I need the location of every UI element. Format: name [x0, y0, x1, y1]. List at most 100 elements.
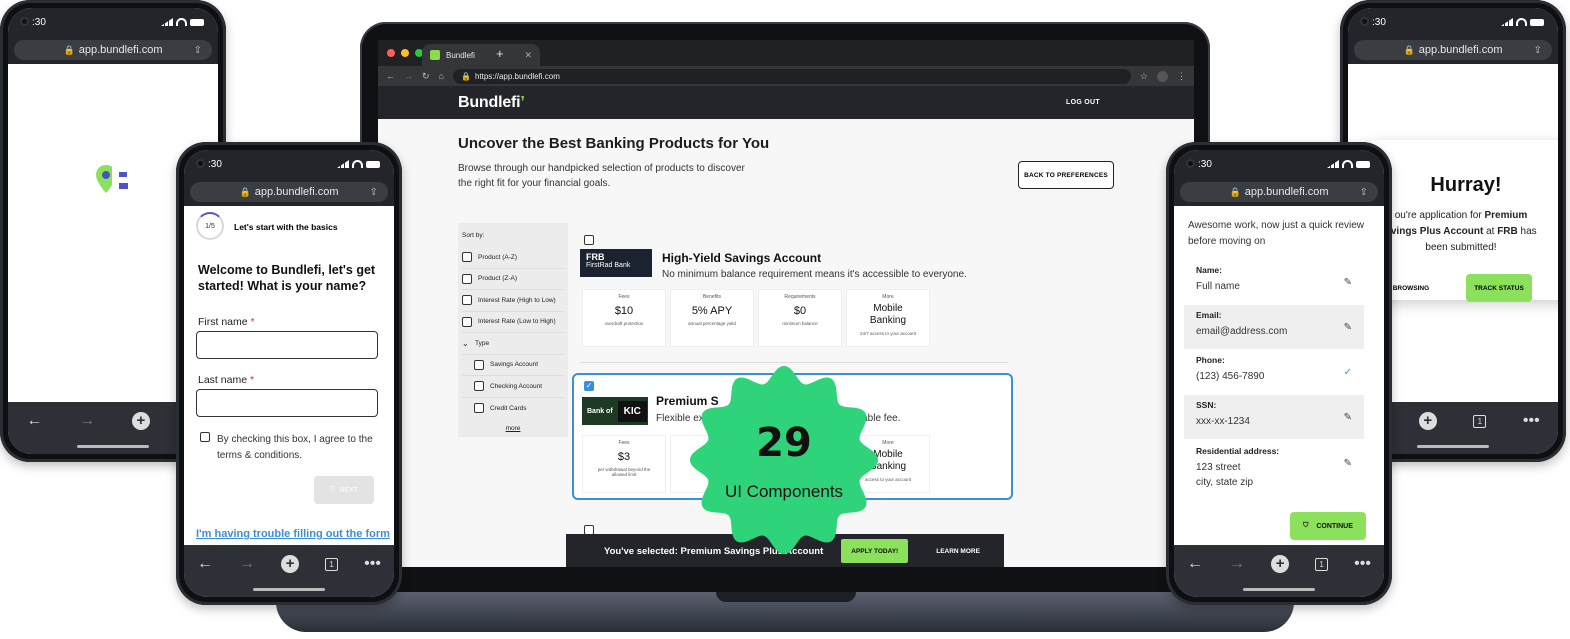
home-icon[interactable]: ⌂ [439, 71, 444, 81]
forward-icon[interactable]: → [1229, 555, 1245, 573]
url-bar[interactable]: 🔒 app.bundlefi.com ⇪ [8, 36, 218, 64]
type-option-label: Credit Cards [490, 404, 527, 412]
last-name-label: Last name * [198, 374, 254, 386]
edit-icon[interactable]: ✎ [1344, 458, 1352, 469]
share-icon[interactable]: ⇪ [1534, 45, 1542, 56]
address-pill[interactable]: 🔒 app.bundlefi.com ⇪ [14, 40, 212, 60]
type-option[interactable]: Checking Account [462, 376, 564, 398]
share-icon[interactable]: ⇪ [194, 45, 202, 56]
minimize-window-icon[interactable] [401, 49, 409, 57]
product-title[interactable]: High-Yield Savings Account [662, 251, 821, 265]
learn-more-link[interactable]: LEARN MORE [936, 548, 980, 555]
bookmark-star-icon[interactable]: ☆ [1140, 71, 1148, 82]
review-row: Residential address: 123 street city, stat… [1184, 441, 1364, 501]
stat-label: Benefits [702, 294, 722, 300]
review-key: Email: [1196, 310, 1222, 320]
logout-link[interactable]: LOG OUT [1066, 99, 1100, 106]
profile-avatar[interactable] [1157, 70, 1168, 82]
home-indicator [1417, 445, 1489, 448]
tabs-icon[interactable]: 1 [1315, 558, 1329, 571]
address-pill[interactable]: 🔒 app.bundlefi.com ⇪ [190, 182, 388, 202]
checkbox[interactable] [474, 381, 484, 392]
address-bar[interactable]: 🔒 https://app.bundlefi.com [452, 68, 1131, 84]
bank-prefix: Bank of [587, 407, 613, 415]
review-row: Phone: (123) 456-7890 ✓ [1184, 350, 1364, 394]
terms-checkbox[interactable] [200, 432, 210, 442]
review-row: Email: email@address.com ✎ [1184, 305, 1364, 349]
shield-icon: ⛉ [1303, 522, 1309, 529]
address-pill[interactable]: 🔒 app.bundlefi.com ⇪ [1354, 40, 1552, 60]
laptop-notch [716, 592, 856, 602]
browser-tab[interactable]: Bundlefi ✕ [422, 44, 540, 66]
type-option[interactable]: Credit Cards [462, 398, 564, 420]
trouble-link[interactable]: I'm having trouble filling out the form [196, 528, 390, 540]
edit-icon[interactable]: ✎ [1344, 277, 1352, 288]
bank-short: KIC [617, 400, 647, 422]
forward-icon[interactable]: → [79, 412, 95, 430]
checkbox[interactable] [474, 359, 484, 370]
last-name-input[interactable] [196, 389, 378, 417]
more-icon[interactable]: ••• [364, 555, 381, 573]
url-bar[interactable]: 🔒 app.bundlefi.com ⇪ [1348, 36, 1558, 64]
tabs-icon[interactable]: 1 [1473, 415, 1487, 428]
forward-icon[interactable]: → [239, 555, 255, 573]
first-name-input[interactable] [196, 331, 378, 359]
reload-icon[interactable]: ↻ [422, 71, 430, 82]
sort-option[interactable]: Interest Rate (High to Low) [462, 290, 564, 312]
badge-number: 29 [756, 420, 812, 466]
back-icon[interactable]: ← [1187, 555, 1203, 573]
edit-icon[interactable]: ✎ [1344, 322, 1352, 333]
tab-title: Bundlefi [446, 50, 475, 60]
url-bar[interactable]: 🔒 app.bundlefi.com ⇪ [1174, 178, 1384, 206]
checkbox[interactable] [462, 273, 472, 284]
signal-icon [161, 18, 173, 26]
new-tab-icon[interactable]: + [1271, 555, 1290, 573]
track-status-button[interactable]: TRACK STATUS [1466, 274, 1532, 302]
new-tab-icon[interactable]: + [1418, 412, 1437, 430]
stat-value: 5% APY [691, 305, 733, 317]
new-tab-icon[interactable]: + [281, 555, 300, 573]
stat-sub: annual percentage yield [688, 321, 736, 326]
review-row: SSN: xxx-xx-1234 ✎ [1184, 395, 1364, 439]
checkbox[interactable] [474, 403, 484, 414]
back-icon[interactable]: ← [386, 71, 395, 81]
next-button[interactable]: ⛉ NEXT [314, 476, 374, 504]
browser-menu-icon[interactable]: ⋮ [1177, 71, 1186, 82]
compare-checkbox[interactable] [584, 235, 594, 245]
checkbox[interactable] [462, 316, 472, 327]
status-bar: :30 [8, 8, 218, 36]
address-pill[interactable]: 🔒 app.bundlefi.com ⇪ [1180, 182, 1378, 202]
checkbox[interactable] [462, 252, 472, 263]
forward-icon[interactable]: → [404, 71, 413, 81]
back-icon[interactable]: ← [197, 555, 213, 573]
tabs-icon[interactable]: 1 [325, 558, 339, 571]
share-icon[interactable]: ⇪ [370, 187, 378, 198]
type-toggle[interactable]: ⌄ Type [462, 333, 564, 355]
laptop-base [276, 592, 1294, 632]
sort-option[interactable]: Interest Rate (Low to High) [462, 312, 564, 333]
share-icon[interactable]: ⇪ [1360, 187, 1368, 198]
close-window-icon[interactable] [387, 49, 395, 57]
first-name-text: First name [198, 316, 248, 328]
edit-icon[interactable]: ✎ [1344, 412, 1352, 423]
new-tab-icon[interactable]: + [131, 412, 150, 430]
home-indicator [1243, 588, 1315, 591]
continue-button[interactable]: ⛉ CONTINUE [1290, 512, 1366, 540]
checkbox[interactable] [462, 295, 472, 306]
close-tab-icon[interactable]: ✕ [524, 50, 532, 61]
status-time: :30 [208, 158, 222, 170]
type-option[interactable]: Savings Account [462, 355, 564, 376]
more-icon[interactable]: ••• [1523, 412, 1540, 430]
wifi-icon [176, 18, 187, 26]
back-to-preferences-button[interactable]: BACK TO PREFERENCES [1018, 161, 1114, 189]
sort-option[interactable]: Product (Z-A) [462, 269, 564, 290]
new-tab-icon[interactable]: + [496, 46, 504, 61]
url-text: app.bundlefi.com [1418, 44, 1503, 56]
sort-option[interactable]: Product (A-Z) [462, 247, 564, 269]
more-filters-link[interactable]: more [462, 425, 564, 432]
brand-logo[interactable]: Bundlefiʼ [458, 94, 525, 112]
more-icon[interactable]: ••• [1354, 555, 1371, 573]
url-bar[interactable]: 🔒 app.bundlefi.com ⇪ [184, 178, 394, 206]
checked-checkbox-icon[interactable]: ✓ [584, 381, 594, 391]
back-icon[interactable]: ← [26, 412, 42, 430]
